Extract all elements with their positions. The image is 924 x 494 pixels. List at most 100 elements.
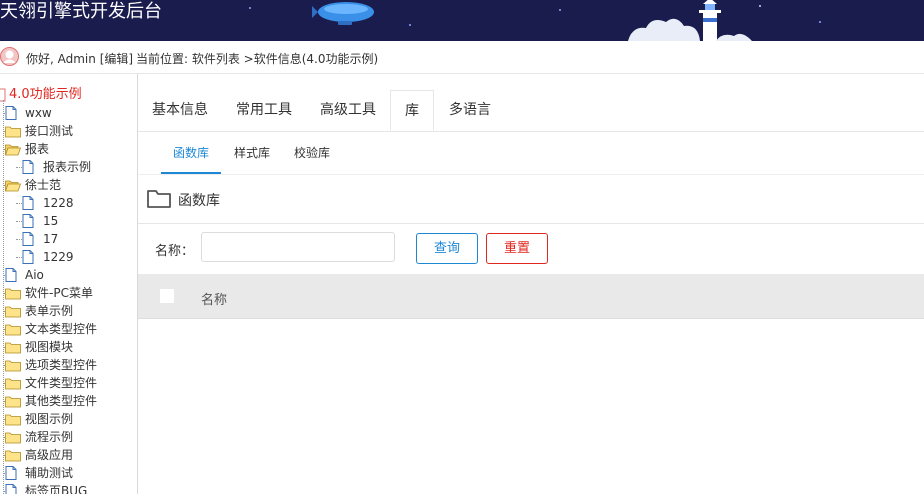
tree-item-label: 报表示例 [43, 160, 92, 174]
tab-basic-info[interactable]: 基本信息 [138, 90, 222, 131]
tree-item-label: 视图模块 [25, 340, 74, 354]
folder-icon [5, 360, 21, 372]
grid-column-name[interactable]: 名称 [201, 289, 227, 308]
tree-item[interactable]: 报表 [0, 140, 137, 158]
tree-item[interactable]: 其他类型控件 [0, 392, 137, 410]
tree-item[interactable]: 1228 [0, 194, 137, 212]
folder-icon [5, 324, 21, 336]
breadcrumb: 当前位置: 软件列表 >软件信息(4.0功能示例) [136, 52, 379, 66]
tree-item[interactable]: 视图示例 [0, 410, 137, 428]
tree-item-label: 视图示例 [25, 412, 74, 426]
name-label: 名称： [155, 244, 195, 259]
folder-icon [5, 378, 21, 390]
search-row: 名称： 查询 重置 [138, 224, 924, 274]
tree-item-label: 辅助测试 [25, 466, 74, 480]
tree-item[interactable]: 1229 [0, 248, 137, 266]
query-button[interactable]: 查询 [416, 233, 478, 264]
tree-item[interactable]: 表单示例 [0, 302, 137, 320]
tree-item[interactable]: 标签页BUG [0, 482, 137, 494]
tree-item-label: 标签页BUG [25, 484, 88, 494]
tab-label: 多语言 [449, 102, 491, 118]
tree-item[interactable]: 徐士范 [0, 176, 137, 194]
tree-item-label: 15 [43, 214, 59, 228]
file-icon [22, 196, 34, 210]
select-all-checkbox[interactable] [160, 289, 174, 303]
tree-item[interactable]: 报表示例 [0, 158, 137, 176]
tab-bar: 基本信息 常用工具 高级工具 库 多语言 [138, 90, 924, 132]
subtab-function-library[interactable]: 函数库 [161, 132, 221, 174]
file-icon [5, 268, 17, 282]
user-bar: 你好, Admin [编辑] 当前位置: 软件列表 >软件信息(4.0功能示例) [0, 41, 924, 74]
tree-item-label: 流程示例 [25, 430, 74, 444]
tree-item-label: 其他类型控件 [25, 394, 98, 408]
tree-item-label: Aio [25, 268, 44, 282]
reset-button[interactable]: 重置 [486, 233, 548, 264]
avatar-icon [0, 47, 19, 66]
tab-label: 高级工具 [320, 102, 376, 118]
tree-item[interactable]: 软件-PC菜单 [0, 284, 137, 302]
subtab-label: 校验库 [293, 146, 330, 160]
tree-item[interactable]: 文本类型控件 [0, 320, 137, 338]
tree-item[interactable]: 视图模块 [0, 338, 137, 356]
tree-item-label: 软件-PC菜单 [25, 286, 93, 300]
tab-label: 基本信息 [152, 102, 208, 118]
folder-open-icon [5, 180, 21, 192]
subtab-validation-library[interactable]: 校验库 [284, 132, 340, 173]
tree-item-label: 报表 [25, 142, 50, 156]
file-icon [5, 466, 17, 480]
tree-item-label: wxw [25, 106, 52, 120]
subtab-style-library[interactable]: 样式库 [224, 132, 280, 173]
tree-item-label: 徐士范 [25, 178, 62, 192]
subtab-label: 样式库 [233, 146, 270, 160]
tree-item[interactable]: 文件类型控件 [0, 374, 137, 392]
tree-root[interactable]: 4.0功能示例 [0, 86, 137, 104]
file-icon [22, 214, 34, 228]
sidebar-tree: 4.0功能示例 wxw 接口测试报表报表示例徐士范 1228 15 17 1229 Aio 软… [0, 74, 138, 494]
folder-icon [5, 432, 21, 444]
tree-item[interactable]: 高级应用 [0, 446, 137, 464]
subtab-bar: 函数库 样式库 校验库 [138, 132, 924, 175]
tree-item[interactable]: 接口测试 [0, 122, 137, 140]
name-input[interactable] [201, 232, 395, 262]
tree-item-label: 文件类型控件 [25, 376, 98, 390]
tree-item-label: 表单示例 [25, 304, 74, 318]
folder-open-icon [5, 144, 21, 156]
tree-item[interactable]: 17 [0, 230, 137, 248]
section-title: 函数库 [178, 193, 220, 209]
tree-item-label: 接口测试 [25, 124, 74, 138]
tab-multilanguage[interactable]: 多语言 [435, 90, 505, 131]
app-header: 天翎引擎式开发后台 [0, 0, 924, 41]
tree-item-label: 文本类型控件 [25, 322, 98, 336]
folder-icon [147, 190, 171, 208]
user-greeting[interactable]: 你好, Admin [编辑] [26, 50, 133, 67]
grid-header: 名称 [138, 274, 924, 319]
tab-advanced-tools[interactable]: 高级工具 [306, 90, 390, 131]
tree-item-label: 选项类型控件 [25, 358, 98, 372]
tree-item[interactable]: 15 [0, 212, 137, 230]
folder-icon [5, 396, 21, 408]
tab-label: 常用工具 [236, 102, 292, 118]
folder-icon [5, 288, 21, 300]
tree-item[interactable]: Aio [0, 266, 137, 284]
airship-icon [312, 2, 374, 25]
folder-icon [5, 306, 21, 318]
tree-item[interactable]: 流程示例 [0, 428, 137, 446]
folder-icon [5, 126, 21, 138]
tree-item-label: 1229 [43, 250, 74, 264]
tree-item[interactable]: 选项类型控件 [0, 356, 137, 374]
folder-icon [5, 450, 21, 462]
tree-item-label: 高级应用 [25, 448, 74, 462]
tab-common-tools[interactable]: 常用工具 [222, 90, 306, 131]
tab-library[interactable]: 库 [390, 90, 434, 131]
file-icon [22, 232, 34, 246]
section-header: 函数库 [138, 175, 924, 224]
main-panel: 基本信息 常用工具 高级工具 库 多语言 函数库 样式库 校验库 函数库 名称：… [138, 74, 924, 494]
tree-root-label: 4.0功能示例 [9, 87, 82, 102]
file-icon [22, 160, 34, 174]
file-icon [22, 250, 34, 264]
subtab-label: 函数库 [172, 146, 209, 160]
tree-item[interactable]: 辅助测试 [0, 464, 137, 482]
tree-item[interactable]: wxw [0, 104, 137, 122]
folder-icon [5, 414, 21, 426]
file-icon [5, 106, 17, 120]
